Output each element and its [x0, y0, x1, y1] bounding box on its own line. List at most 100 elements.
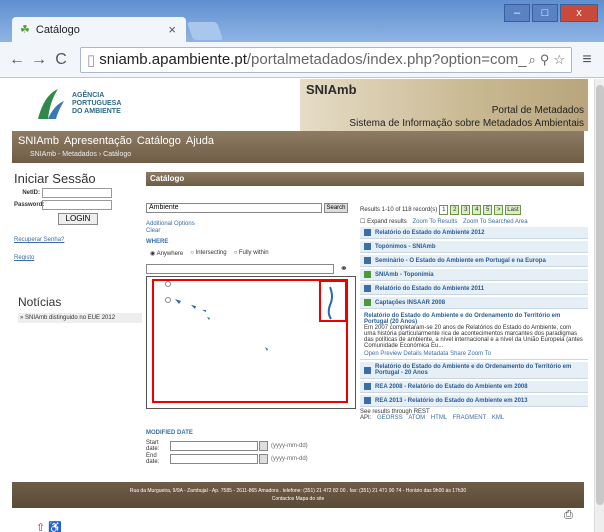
expand-checkbox[interactable]: ☐	[360, 219, 365, 225]
register-link[interactable]: Registo	[14, 255, 140, 261]
breadcrumb[interactable]: SNIAmb - Metadados › Catálogo	[30, 151, 131, 158]
result-item[interactable]: REA 2013 - Relatório do Estado do Ambien…	[360, 395, 588, 407]
expanded-title[interactable]: Relatório do Estado do Ambiente e do Ord…	[364, 313, 584, 325]
new-tab-button[interactable]	[186, 22, 224, 40]
additional-options-link[interactable]: Additional Options	[146, 221, 195, 228]
document-icon	[364, 243, 371, 250]
accessibility-icon[interactable]: ♿	[48, 522, 62, 532]
page-next[interactable]: >	[494, 205, 504, 215]
result-item-expanded[interactable]: Relatório do Estado do Ambiente e do Ord…	[360, 311, 588, 360]
page-last[interactable]: Last	[505, 205, 521, 215]
extension-icon[interactable]: ⚲	[540, 52, 550, 68]
api-html-link[interactable]: HTML	[431, 415, 447, 421]
preview-link[interactable]: Preview	[380, 351, 401, 357]
site-footer: Rua da Murgueira, 9/9A - Zambujal - Ap. …	[12, 482, 584, 508]
minimize-button[interactable]: –	[504, 4, 530, 22]
print-icon[interactable]: ⎙	[564, 509, 573, 522]
result-item[interactable]: Captações INSAAR 2008	[360, 297, 588, 309]
start-date-picker-button[interactable]	[259, 441, 268, 451]
radio-fully-within[interactable]: ○ Fully within	[234, 250, 269, 257]
radio-anywhere[interactable]: ◉ Anywhere	[150, 250, 183, 257]
login-button[interactable]: LOGIN	[58, 213, 98, 225]
zoom-to-results-link[interactable]: Zoom To Results	[412, 219, 457, 225]
netid-input[interactable]	[42, 188, 112, 198]
search-icon[interactable]: ⌕	[529, 52, 536, 68]
search-button[interactable]: Search	[324, 203, 348, 213]
banner-line-1: Portal de Metadados	[491, 105, 584, 116]
menu-item-catalogo[interactable]: Catálogo	[137, 135, 181, 147]
clear-link[interactable]: Clear	[146, 228, 195, 235]
result-item[interactable]: Topónimos - SNIAmb	[360, 241, 588, 253]
result-item[interactable]: SNIAmb - Toponímia	[360, 269, 588, 281]
menu-item-ajuda[interactable]: Ajuda	[186, 135, 214, 147]
start-date-input[interactable]	[170, 441, 258, 451]
web-page: AGÊNCIA PORTUGUESA DO AMBIENTE SNIAmb Po…	[0, 79, 594, 532]
result-item[interactable]: REA 2008 - Relatório do Estado do Ambien…	[360, 381, 588, 393]
binoculars-icon[interactable]: ⚭	[340, 263, 348, 274]
forward-icon[interactable]: →	[28, 51, 50, 69]
api-atom-link[interactable]: ATOM	[408, 415, 425, 421]
browser-chrome: ☘ Catálogo × – □ x ← → C ▯ sniamb.apambi…	[0, 0, 604, 78]
result-item[interactable]: Relatório do Estado do Ambiente e do Ord…	[360, 362, 588, 379]
news-item[interactable]: » SNIAmb distinguido no EUE 2012	[18, 313, 142, 323]
back-icon[interactable]: ←	[6, 51, 28, 69]
document-icon	[364, 397, 371, 404]
results-panel: Results 1-10 of 118 record(s) 1 2 3 4 5 …	[360, 205, 588, 421]
password-label: Password:	[14, 202, 45, 208]
netid-label: NetID:	[22, 190, 40, 196]
open-link[interactable]: Open	[364, 351, 379, 357]
page-1[interactable]: 1	[439, 205, 449, 215]
page-2[interactable]: 2	[450, 205, 460, 215]
scrollbar-thumb[interactable]	[596, 85, 604, 505]
apa-logo[interactable]: AGÊNCIA PORTUGUESA DO AMBIENTE	[34, 85, 121, 123]
reload-icon[interactable]: C	[50, 51, 72, 69]
page-5[interactable]: 5	[483, 205, 493, 215]
menu-icon[interactable]: ≡	[576, 51, 598, 69]
zoom-to-link[interactable]: Zoom To	[468, 351, 491, 357]
page-4[interactable]: 4	[472, 205, 482, 215]
maximize-button[interactable]: □	[532, 4, 558, 22]
api-kml-link[interactable]: KML	[492, 415, 504, 421]
footer-address: Rua da Murgueira, 9/9A - Zambujal - Ap. …	[129, 488, 467, 494]
metadata-link[interactable]: Metadata	[423, 351, 448, 357]
main-menu: SNIAmb Apresentação Catálogo Ajuda SNIAm…	[12, 131, 584, 163]
top-arrow-icon[interactable]: ⇧	[36, 522, 45, 532]
search-input[interactable]: Ambiente	[146, 203, 322, 213]
start-date-label: Start date:	[146, 440, 160, 452]
end-date-label: End date:	[146, 453, 160, 465]
document-icon	[364, 229, 371, 236]
radio-intersecting[interactable]: ○ Intersecting	[190, 250, 226, 257]
footer-links[interactable]: Contactos Mapa do site	[12, 496, 584, 502]
logo-line-1: AGÊNCIA	[72, 92, 105, 99]
end-date-picker-button[interactable]	[259, 454, 268, 464]
menu-item-sniamb[interactable]: SNIAmb	[18, 135, 59, 147]
scrollbar[interactable]	[594, 79, 604, 532]
globe-icon	[364, 271, 371, 278]
location-input[interactable]	[146, 263, 334, 274]
page-3[interactable]: 3	[461, 205, 471, 215]
search-map[interactable]	[146, 276, 356, 409]
close-window-button[interactable]: x	[560, 4, 598, 22]
pager: Results 1-10 of 118 record(s) 1 2 3 4 5 …	[360, 205, 588, 215]
password-input[interactable]	[42, 200, 112, 210]
recover-password-link[interactable]: Recuperar Senha?	[14, 237, 140, 243]
document-icon	[364, 257, 371, 264]
result-item[interactable]: Relatório do Estado do Ambiente 2012	[360, 227, 588, 239]
tab-catalogo[interactable]: ☘ Catálogo ×	[12, 17, 186, 42]
end-date-input[interactable]	[170, 454, 258, 464]
tab-close-icon[interactable]: ×	[168, 22, 176, 37]
result-item[interactable]: Relatório do Estado do Ambiente 2011	[360, 283, 588, 295]
api-fragment-link[interactable]: FRAGMENT	[453, 415, 487, 421]
menu-item-apresentacao[interactable]: Apresentação	[64, 135, 132, 147]
document-icon	[364, 285, 371, 292]
result-item[interactable]: Seminário - O Estado do Ambiente em Port…	[360, 255, 588, 267]
api-georss-link[interactable]: GEORSS	[377, 415, 403, 421]
login-panel: Iniciar Sessão NetID: Password: LOGIN Re…	[14, 171, 140, 261]
share-link[interactable]: Share	[450, 351, 466, 357]
login-heading: Iniciar Sessão	[14, 171, 96, 186]
tab-bar: ☘ Catálogo × – □ x	[0, 0, 604, 42]
zoom-to-searched-link[interactable]: Zoom To Searched Area	[463, 219, 528, 225]
bookmark-star-icon[interactable]: ☆	[553, 52, 565, 68]
address-bar[interactable]: ▯ sniamb.apambiente.pt /portalmetadados/…	[80, 46, 572, 73]
details-link[interactable]: Details	[403, 351, 421, 357]
